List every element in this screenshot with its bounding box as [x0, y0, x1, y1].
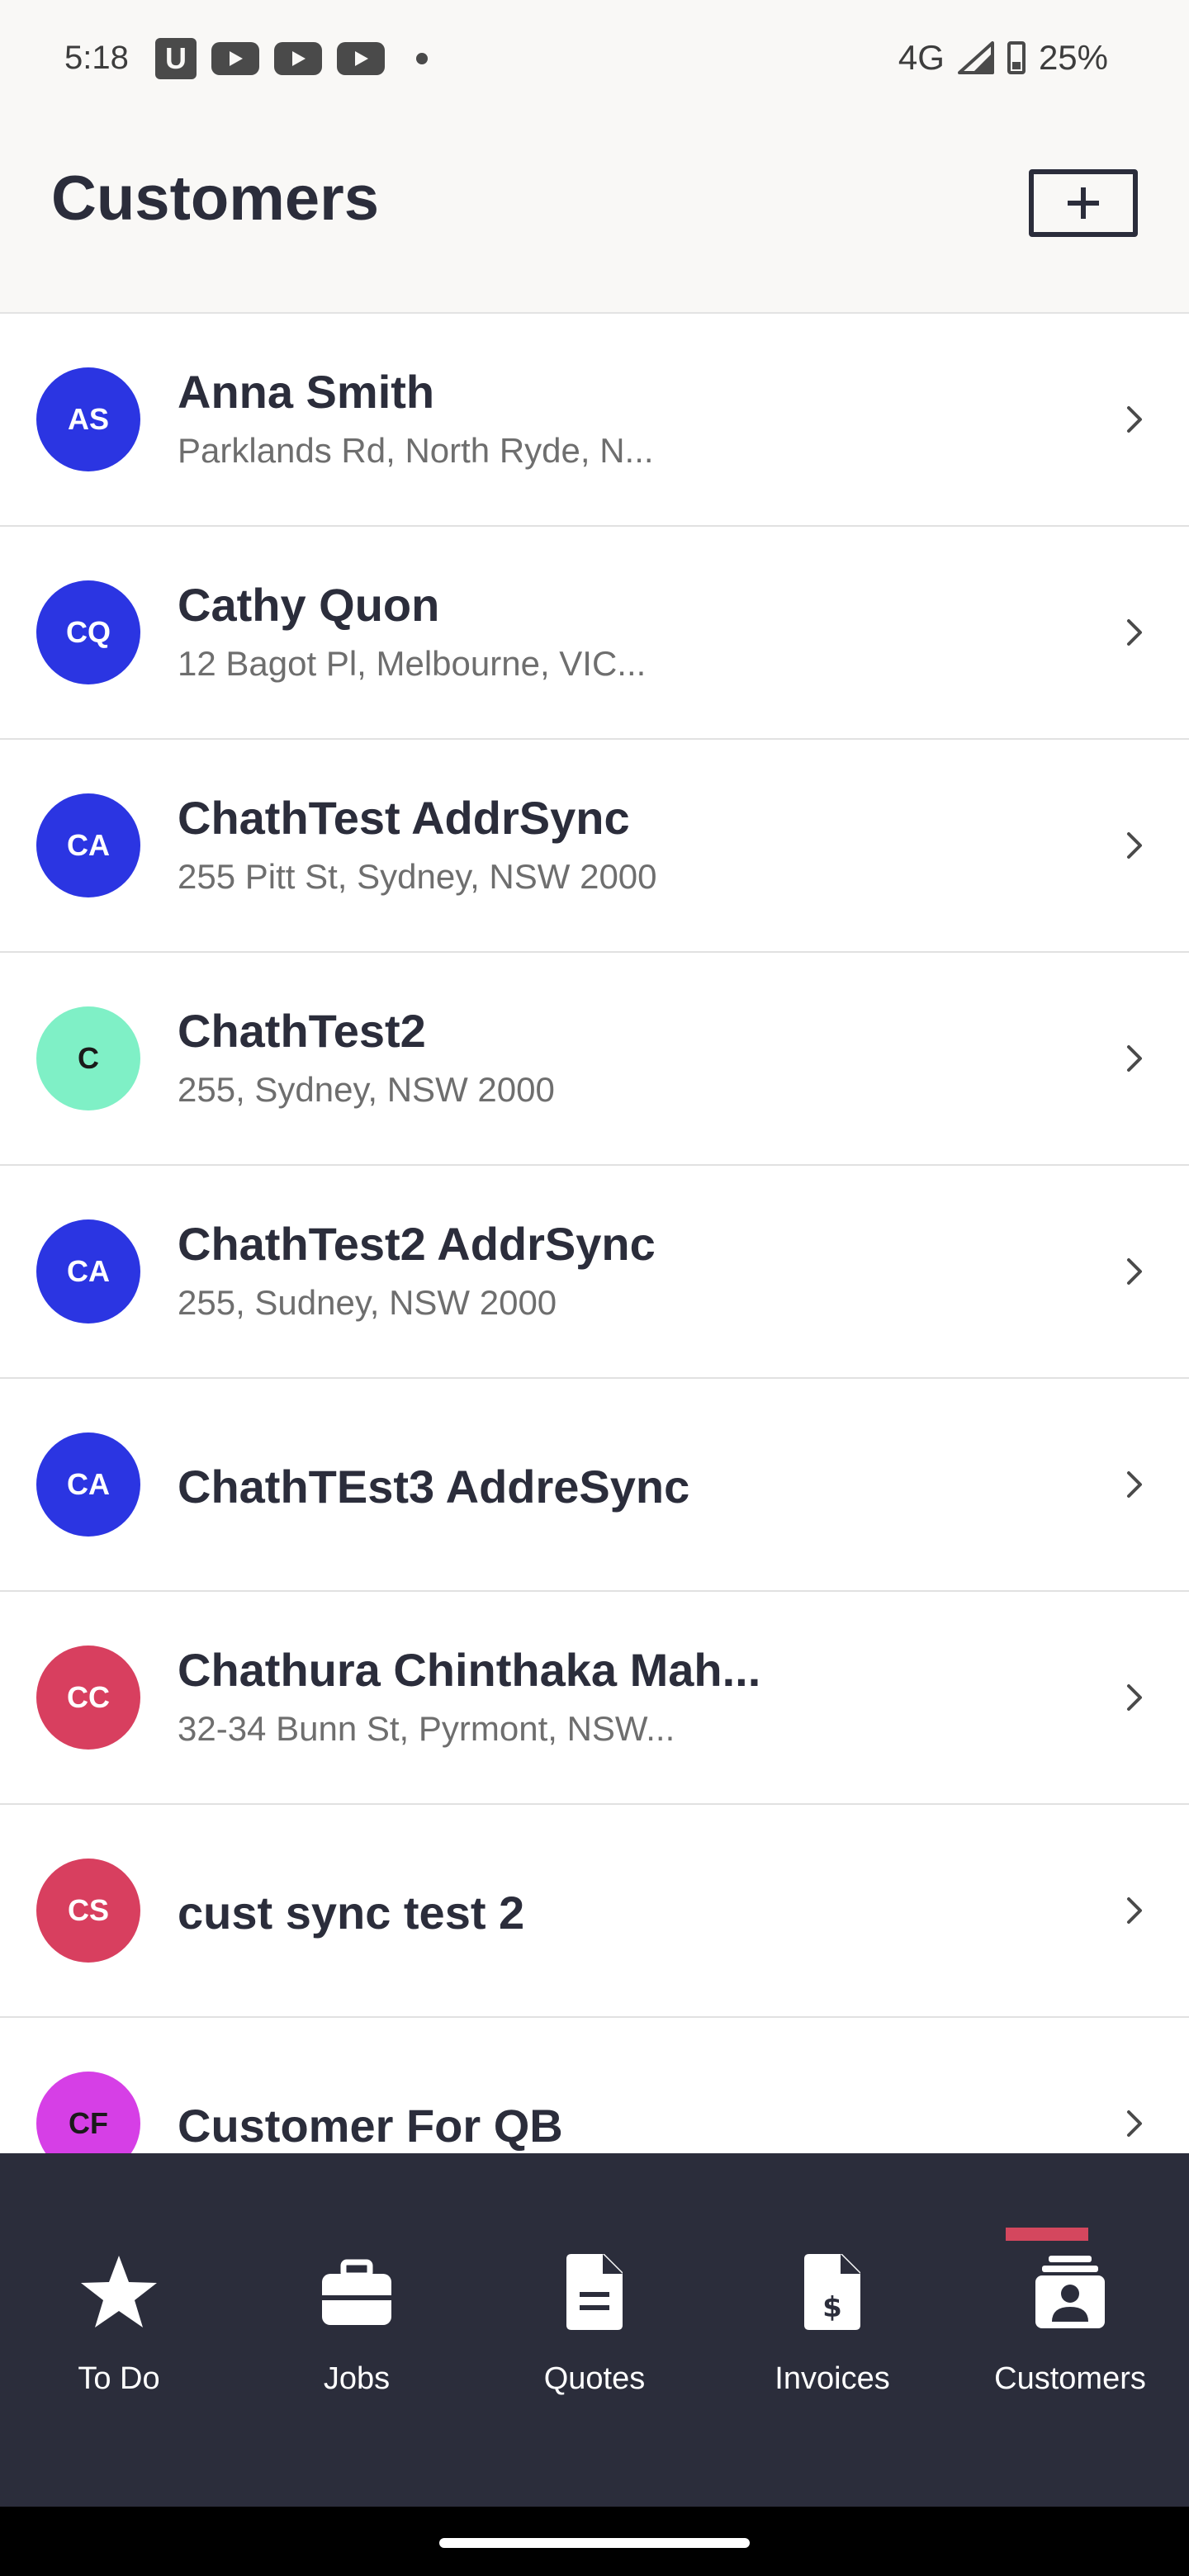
youtube-icon — [211, 42, 259, 75]
chevron-right-icon — [1127, 619, 1142, 646]
briefcase-icon — [322, 2259, 391, 2325]
customer-row[interactable]: CA ChathTest2 AddrSync 255, Sudney, NSW 20… — [0, 1166, 1189, 1379]
customer-row[interactable]: CA ChathTEst3 AddreSync — [0, 1379, 1189, 1592]
customer-name: Chathura Chinthaka Mah... — [178, 1644, 761, 1696]
customer-address: 255, Sudney, NSW 2000 — [178, 1283, 557, 1322]
customer-row[interactable]: CC Chathura Chinthaka Mah... 32-34 Bunn St… — [0, 1592, 1189, 1805]
nav-item-jobs[interactable]: Jobs — [238, 2153, 476, 2507]
gesture-navigation-bar — [0, 2507, 1189, 2576]
network-type: 4G — [898, 38, 945, 77]
status-bar: 5:18 U 4G 25% — [0, 0, 1189, 120]
nav-item-todo[interactable]: To Do — [0, 2153, 238, 2507]
customer-address: 32-34 Bunn St, Pyrmont, NSW... — [178, 1709, 675, 1748]
avatar: CS — [36, 1859, 140, 1963]
chevron-right-icon — [1127, 1045, 1142, 1072]
avatar: CA — [36, 1432, 140, 1537]
customer-name: ChathTest2 — [178, 1005, 426, 1057]
plus-icon — [1068, 187, 1099, 219]
customer-row[interactable]: AS Anna Smith Parklands Rd, North Ryde, N.… — [0, 314, 1189, 527]
status-time: 5:18 — [64, 40, 129, 76]
more-notifications-dot-icon — [416, 53, 428, 64]
invoice-icon: $ — [804, 2254, 860, 2330]
chevron-right-icon — [1127, 406, 1142, 433]
active-tab-indicator — [1006, 2228, 1088, 2241]
customer-address: Parklands Rd, North Ryde, N... — [178, 431, 654, 470]
customer-name: ChathTest2 AddrSync — [178, 1218, 656, 1270]
system-status: 4G 25% — [898, 38, 1108, 78]
customer-row[interactable]: CA ChathTest AddrSync 255 Pitt St, Sydney,… — [0, 740, 1189, 953]
nav-item-quotes[interactable]: Quotes — [476, 2153, 713, 2507]
avatar: CF — [36, 2072, 140, 2153]
signal-icon — [957, 41, 994, 74]
svg-text:$: $ — [822, 2291, 842, 2324]
chevron-right-icon — [1127, 1258, 1142, 1285]
customer-row[interactable]: CF Customer For QB — [0, 2018, 1189, 2153]
nav-label: To Do — [78, 2361, 160, 2396]
customer-name: cust sync test 2 — [178, 1887, 525, 1939]
youtube-icon — [274, 42, 322, 75]
nav-label: Jobs — [323, 2361, 391, 2396]
notification-icons: U — [155, 38, 428, 79]
avatar: CA — [36, 1219, 140, 1324]
chevron-right-icon — [1127, 832, 1142, 859]
nav-item-customers[interactable]: Customers — [951, 2153, 1189, 2507]
customer-address: 12 Bagot Pl, Melbourne, VIC... — [178, 644, 647, 683]
nav-item-invoices[interactable]: $ Invoices — [713, 2153, 951, 2507]
customer-name: ChathTEst3 AddreSync — [178, 1461, 690, 1513]
app-notification-icon: U — [155, 38, 197, 79]
youtube-icon — [337, 42, 385, 75]
customer-row[interactable]: CS cust sync test 2 — [0, 1805, 1189, 2018]
page-title: Customers — [51, 163, 379, 234]
customer-name: Customer For QB — [178, 2100, 563, 2152]
bottom-nav: To Do Jobs Quotes $ Invoices Customers — [0, 2153, 1189, 2507]
customer-name: Anna Smith — [178, 366, 435, 418]
customer-row[interactable]: C ChathTest2 255, Sydney, NSW 2000 — [0, 953, 1189, 1166]
customer-address: 255, Sydney, NSW 2000 — [178, 1070, 555, 1109]
customer-address: 255 Pitt St, Sydney, NSW 2000 — [178, 857, 657, 896]
nav-label: Quotes — [543, 2361, 646, 2396]
avatar: C — [36, 1006, 140, 1110]
avatar: AS — [36, 367, 140, 471]
battery-icon — [1007, 41, 1026, 74]
nav-label: Customers — [994, 2361, 1146, 2396]
customer-list[interactable]: AS Anna Smith Parklands Rd, North Ryde, N.… — [0, 314, 1189, 2153]
avatar: CQ — [36, 580, 140, 684]
nav-label: Invoices — [775, 2361, 890, 2396]
avatar: CA — [36, 793, 140, 897]
app-header: Customers — [0, 120, 1189, 314]
chevron-right-icon — [1127, 1684, 1142, 1711]
battery-level: 25% — [1038, 38, 1108, 77]
chevron-right-icon — [1127, 1471, 1142, 1498]
star-icon — [81, 2256, 157, 2327]
home-gesture-handle[interactable] — [439, 2538, 750, 2548]
contact-card-icon — [1035, 2256, 1105, 2328]
customer-name: Cathy Quon — [178, 579, 440, 631]
avatar: CC — [36, 1646, 140, 1750]
document-icon — [566, 2254, 623, 2330]
chevron-right-icon — [1127, 2110, 1142, 2137]
add-customer-button[interactable] — [1029, 169, 1138, 237]
customer-row[interactable]: CQ Cathy Quon 12 Bagot Pl, Melbourne, VIC.… — [0, 527, 1189, 740]
chevron-right-icon — [1127, 1897, 1142, 1924]
customer-name: ChathTest AddrSync — [178, 792, 630, 844]
